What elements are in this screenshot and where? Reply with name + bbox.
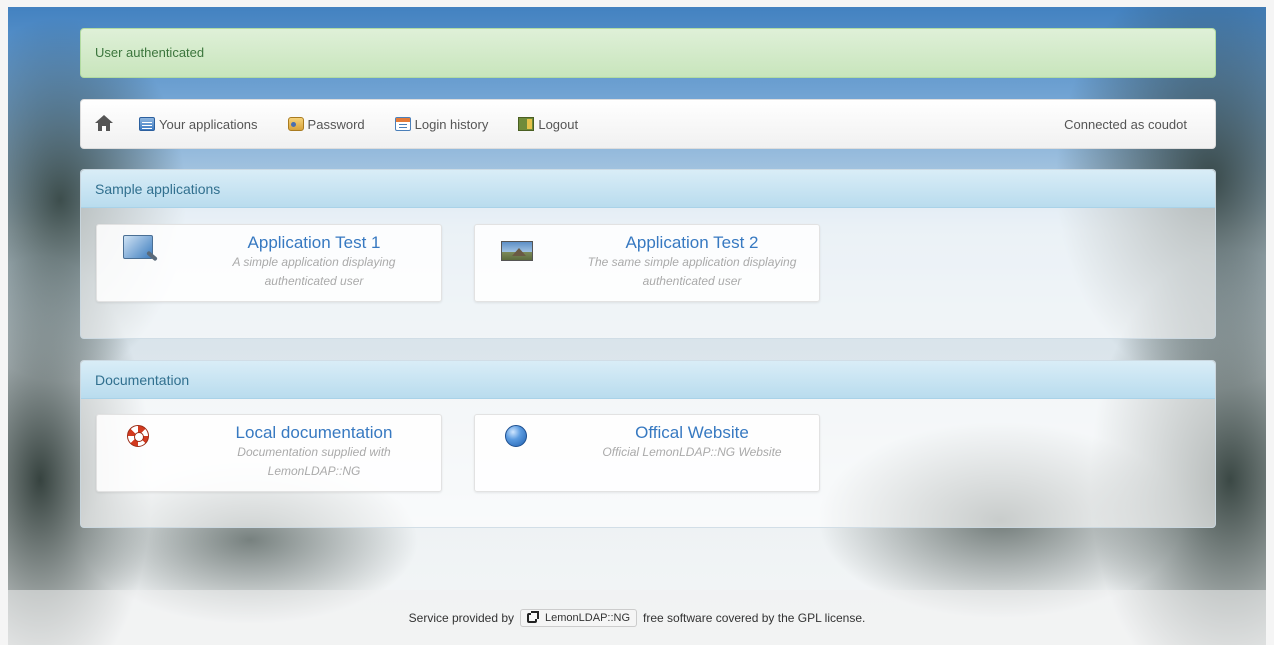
auth-status-message: User authenticated (95, 45, 205, 60)
lifebuoy-icon (123, 425, 155, 453)
app-title[interactable]: Application Test 1 (201, 233, 427, 253)
footer-suffix: free software covered by the GPL license… (643, 610, 866, 625)
nav-password[interactable]: Password (287, 116, 365, 132)
category-title: Documentation (81, 361, 1215, 399)
connected-user-text: Connected as coudot (1064, 116, 1187, 132)
external-link-icon (527, 610, 540, 623)
app-card-application-test-1[interactable]: Application Test 1 A simple application … (96, 224, 442, 302)
window-frame-right (1266, 0, 1274, 645)
category-documentation: Documentation Local documentation Docume… (80, 360, 1216, 528)
nav-your-applications-label: Your applications (159, 116, 258, 132)
app-description: The same simple application displaying a… (587, 255, 797, 288)
app-title[interactable]: Offical Website (579, 423, 805, 443)
app-description: A simple application displaying authenti… (232, 255, 396, 288)
lemonldap-link-label: LemonLDAP::NG (545, 611, 631, 624)
magnifier-icon (123, 235, 155, 263)
nav-login-history-label: Login history (414, 116, 489, 132)
app-card-application-test-2[interactable]: Application Test 2 The same simple appli… (474, 224, 820, 302)
password-icon (287, 117, 304, 131)
nav-login-history[interactable]: Login history (394, 116, 489, 132)
auth-status-alert: User authenticated (80, 28, 1216, 78)
login-history-icon (394, 117, 411, 131)
app-card-local-documentation[interactable]: Local documentation Documentation suppli… (96, 414, 442, 492)
applications-icon (139, 117, 155, 131)
category-sample-applications: Sample applications Application Test 1 A… (80, 169, 1216, 339)
page-footer: Service provided by LemonLDAP::NG free s… (8, 590, 1266, 645)
lemonldap-link[interactable]: LemonLDAP::NG (520, 608, 638, 627)
landscape-photo-icon (501, 235, 533, 263)
logout-icon (518, 117, 535, 131)
globe-icon (501, 425, 533, 453)
app-description: Official LemonLDAP::NG Website (602, 445, 782, 459)
nav-password-label: Password (307, 116, 365, 132)
nav-your-applications[interactable]: Your applications (139, 117, 258, 132)
window-frame-left (0, 0, 8, 645)
window-frame-top (0, 0, 1274, 7)
home-icon[interactable] (95, 115, 113, 133)
main-navbar: Your applications Password Login history… (80, 99, 1216, 149)
app-card-official-website[interactable]: Offical Website Official LemonLDAP::NG W… (474, 414, 820, 492)
nav-logout[interactable]: Logout (518, 117, 578, 132)
app-title[interactable]: Local documentation (201, 423, 427, 443)
app-title[interactable]: Application Test 2 (579, 233, 805, 253)
app-description: Documentation supplied with LemonLDAP::N… (237, 445, 391, 478)
category-title: Sample applications (81, 170, 1215, 208)
nav-logout-label: Logout (538, 116, 579, 132)
footer-prefix: Service provided by (408, 610, 515, 625)
